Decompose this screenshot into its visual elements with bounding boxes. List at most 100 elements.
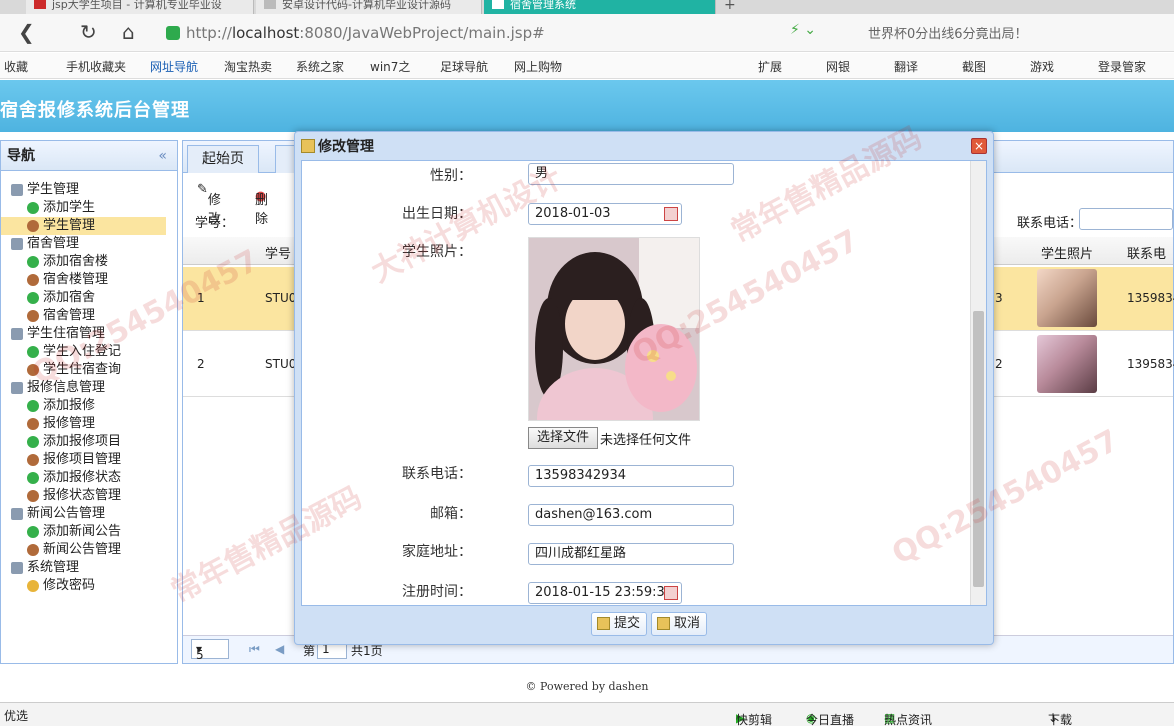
folder-icon: [11, 382, 23, 394]
email-field[interactable]: dashen@163.com: [528, 504, 734, 526]
bookmark-item[interactable]: win7之: [370, 58, 410, 75]
bookmark-item[interactable]: 淘宝热卖: [224, 58, 272, 75]
folder-icon: [11, 238, 23, 250]
nav-item[interactable]: 学生管理: [1, 217, 166, 235]
nav-item[interactable]: 报修管理: [1, 415, 95, 433]
nav-label: 新闻公告管理: [43, 542, 122, 557]
gender-field[interactable]: 男: [528, 163, 734, 185]
scrollbar-thumb[interactable]: [973, 311, 984, 587]
bookmark-item[interactable]: 手机收藏夹: [66, 58, 126, 75]
nav-item[interactable]: 添加报修: [1, 397, 95, 415]
tab-home[interactable]: 起始页: [187, 145, 259, 173]
nav-group[interactable]: 报修信息管理: [1, 379, 105, 397]
add-icon: [27, 400, 39, 412]
nav-group[interactable]: 系统管理: [1, 559, 79, 577]
phone-search-input[interactable]: [1079, 208, 1173, 230]
nav-item[interactable]: 宿舍管理: [1, 307, 95, 325]
calendar-icon[interactable]: [664, 207, 678, 221]
nav-label: 添加报修状态: [43, 470, 122, 485]
nav-label: 添加学生: [43, 200, 96, 215]
cancel-button[interactable]: 取消: [651, 612, 708, 636]
browser-tab-active[interactable]: 宿舍管理系统: [484, 0, 716, 14]
reg-time-field[interactable]: 2018-01-15 23:59:35: [528, 582, 682, 604]
nav-item[interactable]: 报修项目管理: [1, 451, 121, 469]
browser-tab[interactable]: 安卓设计代码-计算机毕业设计源码: [256, 0, 482, 14]
col-student-no[interactable]: 学号: [265, 243, 291, 262]
prev-page-icon[interactable]: ◀: [275, 642, 284, 656]
nav-item[interactable]: 学生入住登记: [1, 343, 121, 361]
tab-student-management[interactable]: [275, 145, 295, 173]
nav-label: 添加报修项目: [43, 434, 122, 449]
address-label: 家庭地址：: [402, 544, 472, 560]
calendar-icon[interactable]: [664, 586, 678, 600]
bookmark-item[interactable]: 足球导航: [440, 58, 488, 75]
nav-label: 新闻公告管理: [27, 506, 106, 521]
games-menu[interactable]: 游戏: [1030, 58, 1054, 75]
nav-group[interactable]: 新闻公告管理: [1, 505, 105, 523]
add-icon: [27, 256, 39, 268]
page-size-select[interactable]: 5 ▾: [191, 639, 229, 662]
nav-item[interactable]: 添加宿舍楼: [1, 253, 108, 271]
nav-item[interactable]: 添加报修项目: [1, 433, 121, 451]
bookmark-item[interactable]: 系统之家: [296, 58, 344, 75]
first-page-icon[interactable]: ⏮: [249, 642, 260, 657]
dialog-scrollbar[interactable]: [970, 161, 986, 605]
cancel-icon: [657, 617, 670, 630]
reload-icon[interactable]: ↻: [80, 20, 97, 44]
nav-group[interactable]: 学生管理: [1, 181, 79, 199]
nav-item[interactable]: 学生住宿查询: [1, 361, 121, 379]
submit-button[interactable]: 提交: [591, 612, 648, 636]
address-bar[interactable]: http://localhost:8080/JavaWebProject/mai…: [160, 20, 854, 46]
bookmark-item[interactable]: 网址导航: [150, 58, 198, 75]
add-icon: [27, 292, 39, 304]
new-tab-button[interactable]: +: [716, 0, 746, 14]
dialog-body: 性别： 男 出生日期： 2018-01-03 学生照片： 选择文件 未选择任何文…: [301, 160, 987, 606]
folder-icon: [11, 184, 23, 196]
nav-item[interactable]: 添加新闻公告: [1, 523, 121, 541]
nav-item[interactable]: 报修状态管理: [1, 487, 121, 505]
folder-icon: [11, 508, 23, 520]
app-title: 宿舍报修系统后台管理: [0, 100, 190, 121]
col-phone[interactable]: 联系电: [1127, 243, 1166, 262]
nav-label: 学生管理: [43, 218, 96, 233]
close-button[interactable]: ×: [971, 138, 987, 154]
page-icon: [264, 0, 276, 9]
address-field[interactable]: 四川成都红星路: [528, 543, 734, 565]
email-label: 邮箱：: [430, 506, 472, 522]
nav-item[interactable]: 修改密码: [1, 577, 95, 595]
news-ticker[interactable]: 世界杯0分出线6分竟出局！: [868, 23, 1028, 42]
edit-button[interactable]: ✎ 修改: [197, 182, 221, 227]
nav-item[interactable]: 新闻公告管理: [1, 541, 121, 559]
powered-by: © Powered by dashen: [525, 680, 649, 693]
login-manager[interactable]: 登录管家: [1098, 58, 1146, 75]
birth-date-field[interactable]: 2018-01-03: [528, 203, 682, 225]
nav-group[interactable]: 学生住宿管理: [1, 325, 105, 343]
col-photo[interactable]: 学生照片: [1041, 243, 1093, 262]
add-icon: [27, 436, 39, 448]
bookmark-item[interactable]: 收藏: [4, 58, 28, 75]
nav-label: 报修项目管理: [43, 452, 122, 467]
choose-file-button[interactable]: 选择文件: [528, 427, 599, 449]
lightning-icon[interactable]: ⚡ ⌄: [790, 22, 816, 38]
phone-field[interactable]: 13598342934: [528, 465, 734, 487]
nav-label: 添加宿舍: [43, 290, 96, 305]
nav-item[interactable]: 添加宿舍: [1, 289, 95, 307]
nav-item[interactable]: 添加报修状态: [1, 469, 121, 487]
nav-group[interactable]: 宿舍管理: [1, 235, 79, 253]
add-icon: [27, 202, 39, 214]
browser-tab-strip: jsp大学生项目 - 计算机专业毕业设 安卓设计代码-计算机毕业设计源码 宿舍管…: [0, 0, 1174, 14]
nav-label: 学生入住登记: [43, 344, 122, 359]
bank-menu[interactable]: 网银: [826, 58, 850, 75]
back-icon[interactable]: ❮: [18, 20, 35, 44]
bookmark-item[interactable]: 网上购物: [514, 58, 562, 75]
extension-menu[interactable]: 扩展: [758, 58, 782, 75]
nav-label: 报修信息管理: [27, 380, 106, 395]
browser-tab[interactable]: jsp大学生项目 - 计算机专业毕业设: [26, 0, 254, 14]
nav-item[interactable]: 添加学生: [1, 199, 95, 217]
translate-menu[interactable]: 翻译: [894, 58, 918, 75]
screenshot-menu[interactable]: 截图: [962, 58, 986, 75]
nav-label: 宿舍管理: [43, 308, 96, 323]
home-icon[interactable]: ⌂: [122, 20, 135, 44]
nav-item[interactable]: 宿舍楼管理: [1, 271, 108, 289]
nav-label: 添加报修: [43, 398, 96, 413]
